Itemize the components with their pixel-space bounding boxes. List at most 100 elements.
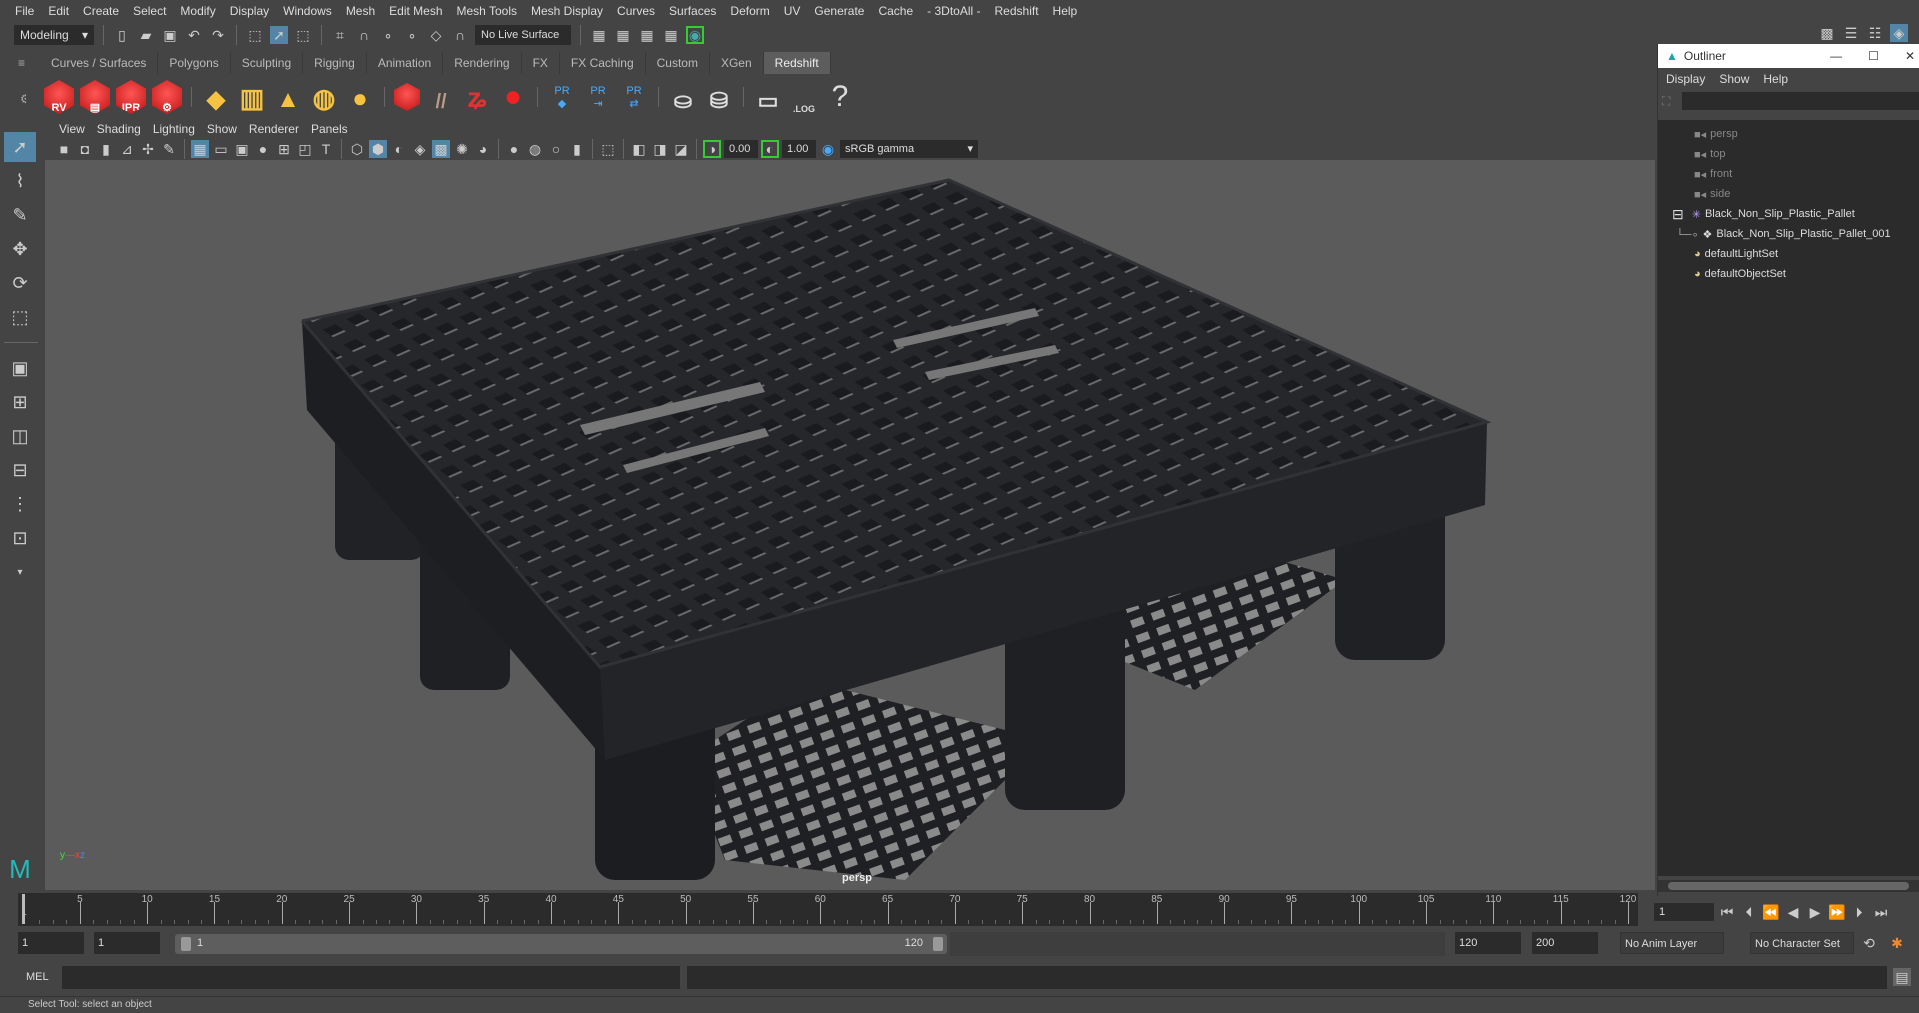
textured-icon[interactable]: ▩ — [432, 140, 450, 158]
panel-menu-renderer[interactable]: Renderer — [243, 122, 305, 136]
outliner-item[interactable]: ■◂ front — [1658, 164, 1919, 184]
redshift-render-view-icon[interactable]: RV — [44, 80, 74, 114]
shelf-tab-fx[interactable]: FX — [522, 52, 560, 74]
outliner-item[interactable]: ■◂ persp — [1658, 124, 1919, 144]
step-forward-key-icon[interactable]: ⏩ — [1828, 903, 1846, 921]
menu-surfaces[interactable]: Surfaces — [662, 4, 723, 18]
grid-icon[interactable]: ▦ — [191, 140, 209, 158]
image-plane-icon[interactable]: ⊿ — [118, 140, 136, 158]
select-component-icon[interactable]: ⬚ — [294, 26, 312, 44]
safe-title-icon[interactable]: T — [317, 140, 335, 158]
depth-of-field-icon[interactable]: ▮ — [568, 140, 586, 158]
persp-outliner-layout-icon[interactable]: ◫ — [4, 421, 36, 451]
bookmark-icon[interactable]: ▮ — [97, 140, 115, 158]
panel-menu-show[interactable]: Show — [201, 122, 243, 136]
render-view-icon[interactable]: ▦ — [590, 26, 608, 44]
outliner-menu-display[interactable]: Display — [1666, 72, 1705, 86]
play-backwards-icon[interactable]: ◀ — [1784, 903, 1802, 921]
motion-blur-icon[interactable]: ◍ — [526, 140, 544, 158]
menu-mesh-tools[interactable]: Mesh Tools — [450, 4, 524, 18]
rs-log-icon[interactable]: .LOG — [789, 80, 819, 114]
go-to-start-icon[interactable]: ⏮ — [1718, 903, 1736, 921]
color-space-dropdown[interactable]: sRGB gamma ▾ — [840, 140, 978, 158]
rs-portal-light-icon[interactable]: ▥ — [237, 80, 267, 114]
playback-start-field[interactable]: 1 — [94, 932, 160, 954]
time-slider[interactable]: 1510152025303540455055606570758085909510… — [18, 893, 1638, 926]
menu-generate[interactable]: Generate — [807, 4, 871, 18]
panel-menu-panels[interactable]: Panels — [305, 122, 354, 136]
collapse-icon[interactable]: ⊟ — [1672, 206, 1684, 223]
outliner-menu-help[interactable]: Help — [1763, 72, 1788, 86]
close-button[interactable]: ✕ — [1905, 49, 1915, 63]
move-tool-icon[interactable]: ✥ — [4, 234, 36, 264]
mode-dropdown[interactable]: Modeling ▾ — [14, 25, 94, 45]
layer-editor-icon[interactable]: ◈ — [1890, 24, 1908, 42]
field-chart-icon[interactable]: ⊞ — [275, 140, 293, 158]
snap-surface-icon[interactable]: ◇ — [427, 26, 445, 44]
shelf-tab-xgen[interactable]: XGen — [710, 52, 764, 74]
rs-area-light-icon[interactable]: ◆ — [201, 80, 231, 114]
range-slider[interactable]: 1 120 — [175, 934, 947, 954]
film-gate-icon[interactable]: ▭ — [212, 140, 230, 158]
shelf-tab-rendering[interactable]: Rendering — [443, 52, 522, 74]
screen-space-ao-icon[interactable]: ● — [505, 140, 523, 158]
shelf-tab-animation[interactable]: Animation — [367, 52, 444, 74]
smooth-shade-icon[interactable]: ⬢ — [369, 140, 387, 158]
gate-mask-icon[interactable]: ● — [254, 140, 272, 158]
rs-proxy-icon[interactable] — [394, 83, 420, 111]
snap-grid-icon[interactable]: ⌗ — [331, 26, 349, 44]
ipr-render-icon[interactable]: ▦ — [638, 26, 656, 44]
wireframe-on-shaded-icon[interactable]: ◈ — [411, 140, 429, 158]
select-tool-icon[interactable]: ➚ — [4, 132, 36, 162]
save-scene-icon[interactable]: ▣ — [161, 26, 179, 44]
modeling-toolkit-icon[interactable]: ▩ — [1818, 24, 1836, 42]
rs-ies-light-icon[interactable]: ▲ — [273, 80, 303, 114]
panel-menu-shading[interactable]: Shading — [91, 122, 147, 136]
shadows-icon[interactable]: ◕ — [474, 140, 492, 158]
grease-pencil-icon[interactable]: ✎ — [160, 140, 178, 158]
exposure-field[interactable]: 0.00 — [724, 140, 758, 158]
rs-help-icon[interactable]: ? — [825, 80, 855, 114]
render-settings-icon[interactable]: ▦ — [662, 26, 680, 44]
filter-icon[interactable]: ⛶ — [1662, 94, 1682, 109]
outliner-item[interactable]: ◕ defaultLightSet — [1658, 244, 1919, 264]
menu-3dtoall[interactable]: - 3DtoAll - — [920, 4, 987, 18]
default-material-icon[interactable]: ◐ — [390, 140, 408, 158]
shelf-tab-rigging[interactable]: Rigging — [303, 52, 367, 74]
select-hierarchy-icon[interactable]: ⬚ — [246, 26, 264, 44]
menu-create[interactable]: Create — [76, 4, 126, 18]
outliner-item[interactable]: └─∘ ❖ Black_Non_Slip_Plastic_Pallet_001 — [1658, 224, 1919, 244]
two-d-pan-icon[interactable]: ✢ — [139, 140, 157, 158]
mel-label[interactable]: MEL — [26, 971, 49, 983]
range-end-handle[interactable] — [933, 937, 943, 951]
rs-dome-light-icon[interactable]: ◍ — [309, 80, 339, 114]
attribute-editor-icon[interactable]: ☰ — [1842, 24, 1860, 42]
menu-cache[interactable]: Cache — [871, 4, 920, 18]
menu-redshift[interactable]: Redshift — [988, 4, 1046, 18]
paint-select-tool-icon[interactable]: ✎ — [4, 200, 36, 230]
exposure-icon[interactable]: ◑ — [703, 140, 721, 158]
single-perspective-layout-icon[interactable]: ▣ — [4, 353, 36, 383]
animation-preferences-icon[interactable]: ✱ — [1888, 934, 1906, 952]
go-to-end-icon[interactable]: ⏭ — [1872, 903, 1890, 921]
live-surface-field[interactable]: No Live Surface — [475, 25, 571, 45]
menu-curves[interactable]: Curves — [610, 4, 662, 18]
menu-help[interactable]: Help — [1046, 4, 1085, 18]
redshift-render-sequence-icon[interactable]: ▤ — [80, 80, 110, 114]
panel-menu-view[interactable]: View — [53, 122, 91, 136]
current-frame-marker[interactable] — [22, 894, 25, 924]
shelf-tab-polygons[interactable]: Polygons — [158, 52, 231, 74]
menu-select[interactable]: Select — [126, 4, 173, 18]
rs-hair-icon[interactable]: // — [426, 80, 456, 114]
safe-action-icon[interactable]: ◰ — [296, 140, 314, 158]
gamma-icon[interactable]: ◐ — [761, 140, 779, 158]
lasso-tool-icon[interactable]: ⌇ — [4, 166, 36, 196]
rs-material-icon[interactable]: ⛀ — [668, 80, 698, 114]
shelf-tab-sculpting[interactable]: Sculpting — [231, 52, 304, 74]
snap-live-icon[interactable]: ∩ — [451, 26, 469, 44]
rs-sun-sky-icon[interactable]: ● — [345, 80, 375, 114]
channel-box-icon[interactable]: ☷ — [1866, 24, 1884, 42]
undo-icon[interactable]: ↶ — [185, 26, 203, 44]
wireframe-icon[interactable]: ⬡ — [348, 140, 366, 158]
snap-point-icon[interactable]: ∘ — [379, 26, 397, 44]
